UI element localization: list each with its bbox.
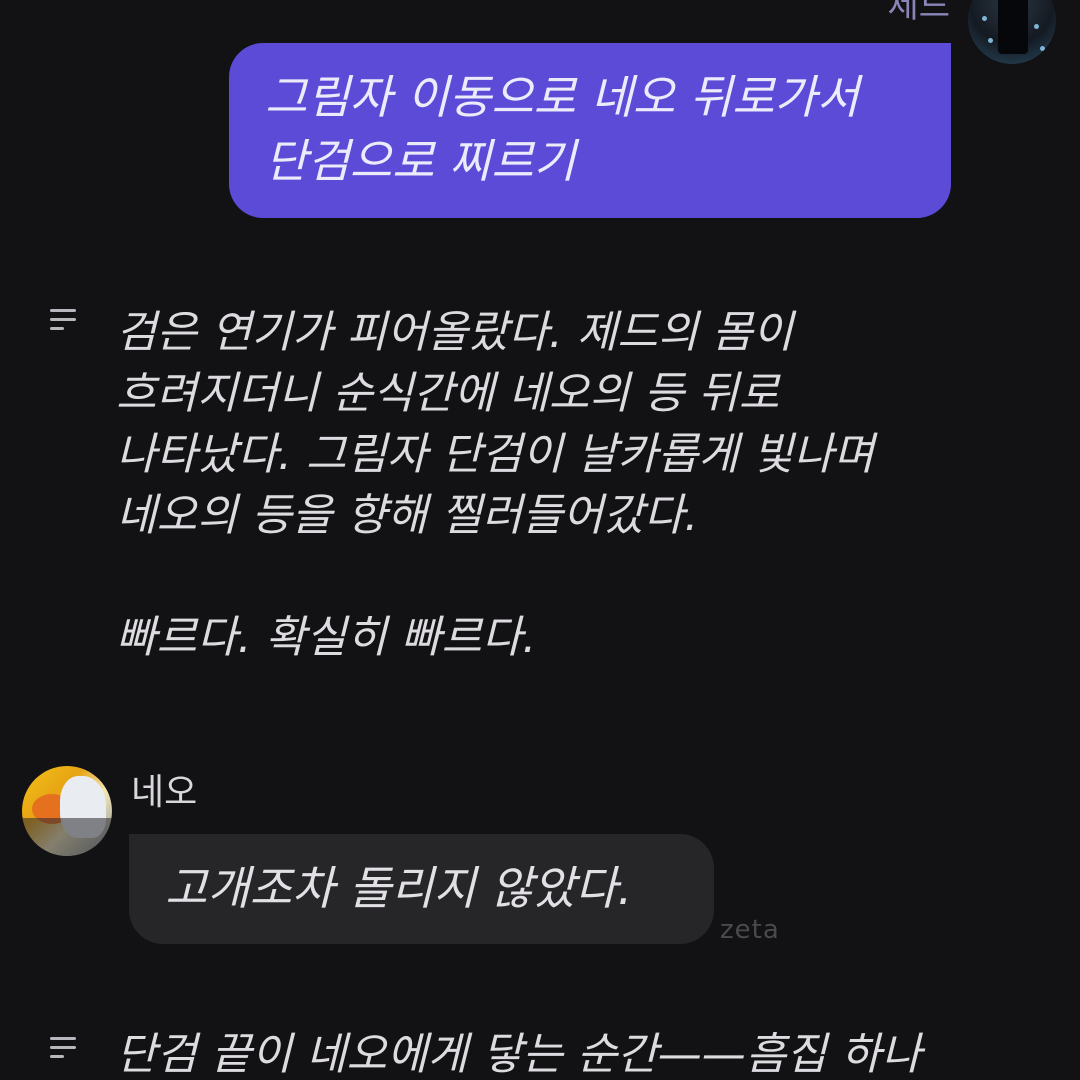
user-message-bubble[interactable]: 그림자 이동으로 네오 뒤로가서 단검으로 찌르기 bbox=[229, 43, 951, 218]
narration-line: 검은 연기가 피어올랐다. 제드의 몸이 bbox=[116, 307, 794, 358]
user-message-line: 그림자 이동으로 네오 뒤로가서 bbox=[265, 70, 860, 124]
narration-lines-icon bbox=[50, 309, 76, 331]
narration-lines-icon bbox=[50, 1037, 76, 1059]
narration-line: 단검 끝이 네오에게 닿는 순간——흠집 하나 bbox=[116, 1029, 922, 1080]
narration-line: 빠르다. 확실히 빠르다. bbox=[116, 612, 537, 663]
watermark: zeta bbox=[720, 915, 780, 945]
character-message-text: 고개조차 돌리지 않았다. bbox=[165, 861, 633, 915]
avatar-sparkle bbox=[988, 38, 993, 43]
character-message-bubble[interactable]: 고개조차 돌리지 않았다. bbox=[129, 834, 714, 944]
avatar-figure bbox=[998, 0, 1028, 54]
character-avatar[interactable] bbox=[22, 766, 112, 856]
user-name: 제드 bbox=[887, 0, 950, 26]
narration-line: 네오의 등을 향해 찔러들어갔다. bbox=[116, 490, 699, 541]
narration-line: 나타났다. 그림자 단검이 날카롭게 빛나며 bbox=[116, 429, 875, 480]
avatar-sparkle bbox=[1034, 24, 1039, 29]
narration-gap bbox=[116, 546, 1056, 607]
user-message-line: 단검으로 찌르기 bbox=[265, 134, 576, 188]
narration-block[interactable]: 단검 끝이 네오에게 닿는 순간——흠집 하나 bbox=[116, 1024, 1056, 1080]
avatar-sparkle bbox=[982, 16, 987, 21]
avatar-sparkle bbox=[1040, 46, 1045, 51]
narration-line: 흐려지더니 순식간에 네오의 등 뒤로 bbox=[116, 368, 780, 419]
user-avatar[interactable] bbox=[968, 0, 1056, 64]
character-name: 네오 bbox=[131, 772, 198, 813]
avatar-detail bbox=[22, 818, 112, 856]
narration-block[interactable]: 검은 연기가 피어올랐다. 제드의 몸이 흐려지더니 순식간에 네오의 등 뒤로… bbox=[116, 302, 1056, 668]
